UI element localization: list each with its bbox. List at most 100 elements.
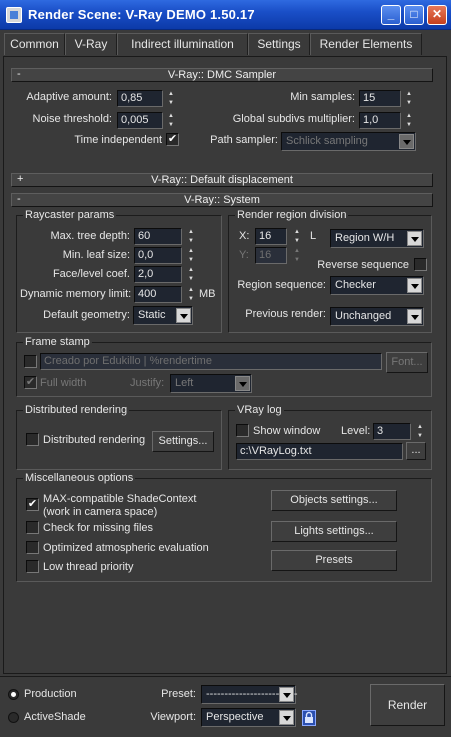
show-window-checkbox[interactable] (236, 424, 249, 437)
global-subdivs-label: Global subdivs multiplier: (232, 113, 355, 125)
global-subdivs-spinner[interactable]: ▲ ▼ (404, 112, 414, 129)
tab-bar: Common V-Ray Indirect illumination Setti… (0, 30, 451, 56)
region-y-label: Y: (239, 249, 249, 261)
region-x-field[interactable]: 16 (255, 228, 287, 245)
previous-render-label: Previous render: (245, 308, 326, 320)
chevron-down-icon (407, 231, 422, 246)
face-level-spinner[interactable]: ▲ ▼ (186, 266, 196, 283)
render-button[interactable]: Render (370, 684, 445, 726)
tab-vray[interactable]: V-Ray (65, 33, 117, 55)
full-width-label: Full width (40, 377, 87, 389)
face-level-field[interactable]: 2,0 (134, 266, 182, 283)
frame-stamp-text-field[interactable]: Creado por Edukillo | %rendertime (40, 353, 382, 370)
tab-settings[interactable]: Settings (248, 33, 310, 55)
group-title: VRay log (235, 404, 284, 416)
show-window-label: Show window (253, 425, 321, 437)
adaptive-amount-field[interactable]: 0,85 (117, 90, 163, 107)
lights-settings-button[interactable]: Lights settings... (271, 521, 397, 542)
min-leaf-size-spinner[interactable]: ▲ ▼ (186, 247, 196, 264)
rollout-default-displacement[interactable]: + V-Ray:: Default displacement (11, 173, 433, 187)
distributed-rendering-checkbox[interactable] (26, 433, 39, 446)
distributed-settings-button[interactable]: Settings... (152, 431, 214, 452)
justify-value: Left (175, 377, 194, 389)
activeshade-label: ActiveShade (24, 711, 86, 723)
log-level-field[interactable]: 3 (373, 423, 411, 440)
min-leaf-size-label: Min. leaf size: (62, 249, 130, 261)
rollout-title: V-Ray:: Default displacement (151, 174, 293, 186)
noise-threshold-label: Noise threshold: (32, 113, 113, 125)
frame-stamp-checkbox[interactable] (24, 355, 37, 368)
noise-threshold-spinner[interactable]: ▲ ▼ (166, 112, 176, 129)
log-level-spinner[interactable]: ▲ ▼ (415, 423, 425, 440)
objects-settings-button[interactable]: Objects settings... (271, 490, 397, 511)
min-samples-field[interactable]: 15 (359, 90, 401, 107)
viewport-label: Viewport: (150, 711, 196, 723)
missing-files-checkbox[interactable] (26, 521, 39, 534)
group-title: Distributed rendering (23, 404, 130, 416)
minimize-button[interactable]: _ (381, 5, 401, 25)
preset-label: Preset: (161, 688, 196, 700)
region-x-spinner[interactable]: ▲ ▼ (292, 228, 302, 245)
region-y-field[interactable]: 16 (255, 247, 287, 264)
time-independent-checkbox[interactable]: ✔ (166, 133, 179, 146)
preset-dropdown[interactable]: ------------------------- (201, 685, 298, 704)
rollout-dmc-sampler[interactable]: - V-Ray:: DMC Sampler (11, 68, 433, 82)
max-tree-depth-label: Max. tree depth: (50, 230, 131, 242)
log-path-field[interactable]: c:\VRayLog.txt (236, 443, 403, 460)
production-label: Production (24, 688, 77, 700)
noise-threshold-field[interactable]: 0,005 (117, 112, 163, 129)
max-tree-depth-field[interactable]: 60 (134, 228, 182, 245)
min-samples-spinner[interactable]: ▲ ▼ (404, 90, 414, 107)
app-icon[interactable] (6, 7, 22, 23)
presets-button[interactable]: Presets (271, 550, 397, 571)
path-sampler-label: Path sampler: (210, 134, 278, 146)
max-tree-depth-spinner[interactable]: ▲ ▼ (186, 228, 196, 245)
region-sequence-dropdown[interactable]: Checker (330, 276, 424, 295)
window-title: Render Scene: V-Ray DEMO 1.50.17 (28, 7, 255, 22)
face-level-label: Face/level coef. (52, 268, 130, 280)
min-leaf-size-field[interactable]: 0,0 (134, 247, 182, 264)
chevron-down-icon (399, 134, 414, 149)
previous-render-dropdown[interactable]: Unchanged (330, 307, 424, 326)
optimized-atmospheric-checkbox[interactable] (26, 541, 39, 554)
chevron-down-icon (176, 308, 191, 323)
tab-render-elements[interactable]: Render Elements (310, 33, 422, 55)
close-button[interactable]: ✕ (427, 5, 447, 25)
viewport-dropdown[interactable]: Perspective (201, 708, 296, 727)
log-browse-button[interactable]: ... (406, 442, 426, 460)
lock-icon[interactable] (302, 710, 316, 726)
low-thread-priority-checkbox[interactable] (26, 560, 39, 573)
viewport-value: Perspective (206, 711, 264, 723)
production-radio[interactable] (8, 689, 19, 700)
activeshade-radio[interactable] (8, 712, 19, 723)
full-width-checkbox[interactable]: ✔ (24, 376, 37, 389)
chevron-down-icon (407, 278, 422, 293)
memory-unit-label: MB (199, 288, 216, 300)
rollout-title: V-Ray:: System (184, 194, 260, 206)
maximize-button[interactable]: □ (404, 5, 424, 25)
path-sampler-dropdown[interactable]: Schlick sampling (281, 132, 416, 151)
low-thread-priority-label: Low thread priority (43, 561, 134, 573)
justify-dropdown[interactable]: Left (170, 374, 252, 393)
default-geometry-value: Static (138, 309, 166, 321)
region-mode-value: Region W/H (335, 232, 395, 244)
default-geometry-label: Default geometry: (43, 309, 130, 321)
max-compatible-checkbox[interactable]: ✔ (26, 498, 39, 511)
rollout-system[interactable]: - V-Ray:: System (11, 193, 433, 207)
reverse-sequence-checkbox[interactable] (414, 258, 427, 271)
dynamic-memory-spinner[interactable]: ▲ ▼ (186, 286, 196, 303)
global-subdivs-field[interactable]: 1,0 (359, 112, 401, 129)
missing-files-label: Check for missing files (43, 522, 154, 534)
adaptive-amount-spinner[interactable]: ▲ ▼ (166, 90, 176, 107)
font-button[interactable]: Font... (386, 352, 428, 373)
optimized-atmospheric-label: Optimized atmospheric evaluation (43, 542, 209, 554)
previous-render-value: Unchanged (335, 310, 392, 322)
region-mode-dropdown[interactable]: Region W/H (330, 229, 424, 248)
chevron-down-icon (279, 687, 294, 702)
tab-common[interactable]: Common (4, 33, 65, 55)
dynamic-memory-field[interactable]: 400 (134, 286, 182, 303)
default-geometry-dropdown[interactable]: Static (133, 306, 193, 325)
chevron-down-icon (407, 309, 422, 324)
tab-indirect-illumination[interactable]: Indirect illumination (117, 33, 248, 55)
path-sampler-value: Schlick sampling (286, 135, 368, 147)
